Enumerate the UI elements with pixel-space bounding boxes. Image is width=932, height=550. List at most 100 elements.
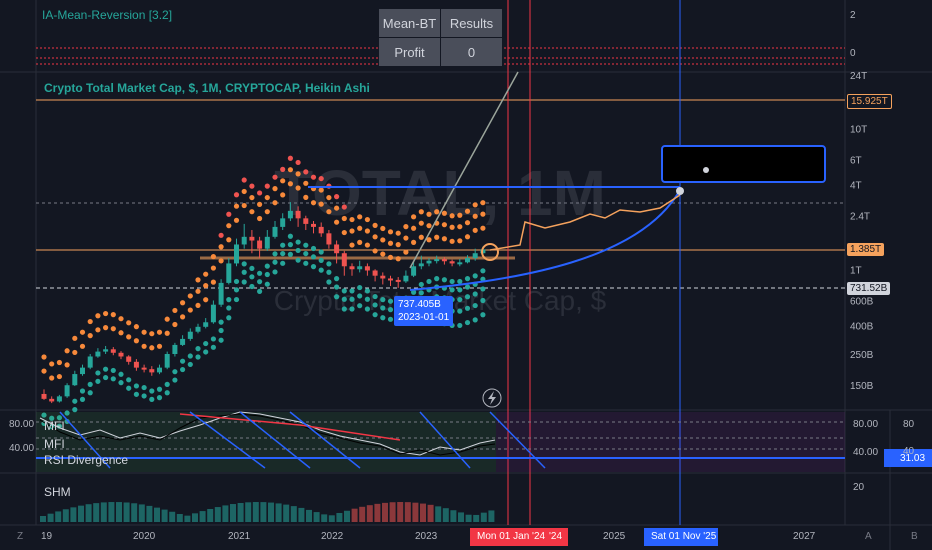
y-tick-label: 150B <box>850 381 874 392</box>
shm-bar <box>62 509 69 522</box>
x-tick-label: 2025 <box>603 531 626 542</box>
upper-dot <box>149 331 155 337</box>
shm-bar <box>237 502 244 522</box>
lower-dot <box>334 294 340 300</box>
shm-bar <box>161 509 168 522</box>
lower-dot <box>295 257 301 263</box>
lower-dot <box>195 354 201 360</box>
shm-bar <box>488 510 495 522</box>
candle-body <box>311 223 316 227</box>
upper-dot <box>334 194 340 200</box>
lower-dot <box>334 276 340 282</box>
candle-body <box>226 263 232 283</box>
lower-dot <box>480 297 486 304</box>
upper-dot <box>241 177 247 183</box>
lower-dot <box>480 312 486 318</box>
shm-bar <box>283 504 290 522</box>
upper-dot <box>41 354 47 360</box>
candle-body <box>187 331 193 339</box>
upper-dot <box>64 348 70 354</box>
upper-dot <box>464 208 471 214</box>
upper-dot <box>203 283 209 289</box>
candle-body <box>426 260 432 264</box>
shm-bar <box>450 510 457 522</box>
upper-dot <box>326 194 332 201</box>
lower-dot <box>241 269 247 275</box>
upper-dot <box>303 169 309 175</box>
candle-body <box>272 226 278 237</box>
candle-body <box>72 374 78 386</box>
shm-bar <box>192 513 198 522</box>
lower-dot <box>95 378 101 384</box>
shm-bar <box>420 503 426 522</box>
shm-bar <box>245 502 252 522</box>
upper-dot <box>403 224 409 230</box>
lower-dot <box>218 319 224 325</box>
lower-dot <box>349 296 355 302</box>
upper-dot <box>172 321 178 328</box>
lower-dot <box>264 271 270 278</box>
corner-b[interactable]: B <box>908 530 921 543</box>
shm-bar <box>199 511 206 522</box>
osc-tick-right-40: 40.00 <box>853 447 879 458</box>
upper-dot <box>357 239 363 245</box>
upper-dot <box>318 201 324 207</box>
shm-bar <box>290 506 297 522</box>
upper-dot <box>395 256 401 262</box>
upper-dot <box>341 229 347 236</box>
lower-dot <box>249 265 255 272</box>
upper-dot <box>457 212 463 218</box>
lower-dot <box>272 259 278 265</box>
indicator-title: IA-Mean-Reversion [3.2] <box>42 8 173 22</box>
candle-body <box>295 210 301 219</box>
x-cursor-left: Mon 01 Jan '24 <box>477 531 546 542</box>
bt-row-value: 0 <box>440 37 503 67</box>
lower-dot <box>364 296 370 302</box>
upper-dot <box>449 224 455 230</box>
upper-dot <box>249 209 255 215</box>
upper-dot <box>233 203 240 209</box>
y-tick-label: 2.4T <box>850 212 870 223</box>
upper-dot <box>464 220 471 226</box>
lower-dot <box>341 288 347 294</box>
upper-dot <box>480 225 486 231</box>
shm-bar <box>116 502 122 522</box>
upper-dot <box>164 316 170 322</box>
osc-tick-left-40: 40.00 <box>9 443 35 454</box>
candle-body <box>287 210 293 219</box>
upper-dot <box>203 271 209 277</box>
lower-dot <box>187 353 193 359</box>
y-tick-label: 400B <box>850 321 874 332</box>
price-tag-upper: 15.925T <box>847 94 892 109</box>
lower-dot <box>126 377 132 383</box>
candle-body <box>341 253 347 267</box>
top-tick-2: 2 <box>850 10 856 21</box>
shm-bar <box>306 509 312 522</box>
upper-dot <box>403 235 409 241</box>
lower-dot <box>457 287 463 293</box>
upper-dot <box>264 209 270 215</box>
corner-a[interactable]: A <box>862 530 875 543</box>
watermark-big: TOTAL, 1M <box>274 157 606 229</box>
shm-tick: 20 <box>853 482 865 493</box>
lower-dot <box>218 337 224 343</box>
shm-bar <box>214 507 221 522</box>
y-tick-label: 6T <box>850 156 862 167</box>
bt-header-right: Results <box>440 8 503 38</box>
upper-dot <box>141 343 147 349</box>
lower-dot <box>457 308 463 314</box>
upper-dot <box>372 234 378 240</box>
lower-dot <box>464 305 471 311</box>
upper-dot <box>434 234 440 240</box>
upper-dot <box>126 334 132 340</box>
clock-icon <box>703 167 709 173</box>
candle-body <box>110 349 116 353</box>
upper-dot <box>272 174 278 180</box>
lower-dot <box>203 349 209 355</box>
lower-dot <box>341 306 347 312</box>
osc-label-mfi-2: MFI <box>44 437 65 451</box>
lower-dot <box>126 385 132 391</box>
lightning-icon[interactable] <box>482 388 502 408</box>
shm-bar <box>93 503 100 522</box>
upper-dot <box>295 185 301 191</box>
